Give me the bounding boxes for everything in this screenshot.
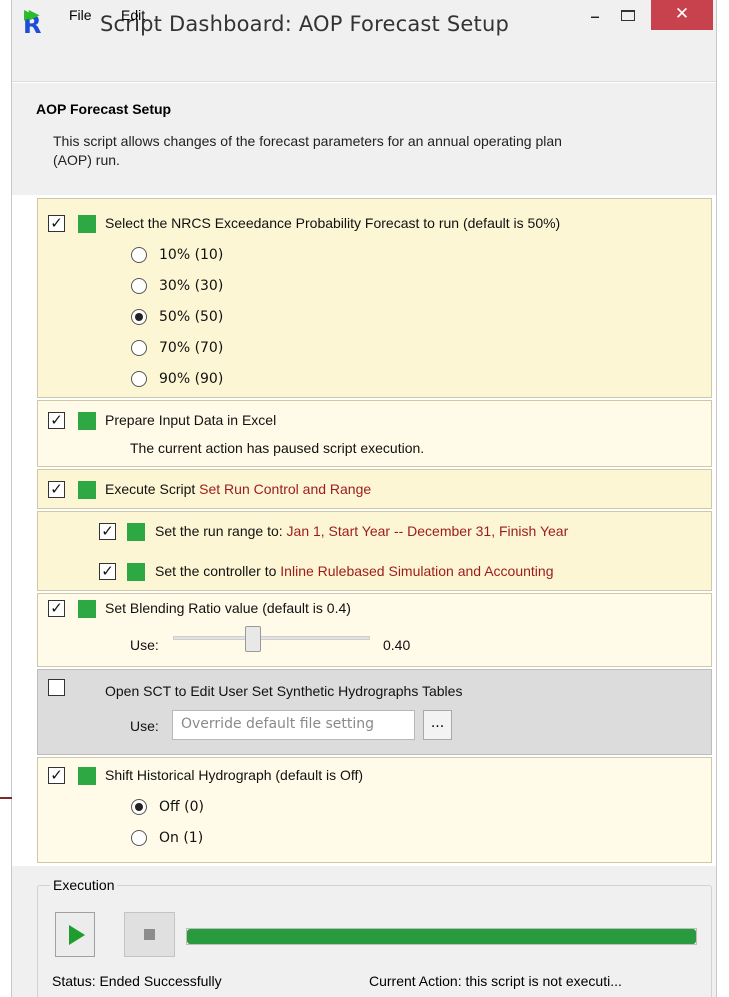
controller-label: Set the controller to Inline Rulebased S… bbox=[155, 563, 553, 579]
current-action-text: Current Action: this script is not execu… bbox=[369, 973, 622, 989]
radio-label: 70% (70) bbox=[159, 340, 224, 356]
close-button[interactable]: ✕ bbox=[651, 0, 713, 30]
prepare-label: Prepare Input Data in Excel bbox=[105, 412, 277, 428]
radio-shift-off[interactable] bbox=[131, 799, 147, 815]
action-status-icon bbox=[78, 412, 96, 430]
radio-forecast-50[interactable] bbox=[131, 309, 147, 325]
action-status-icon bbox=[78, 600, 96, 618]
radio-forecast-70[interactable] bbox=[131, 340, 147, 356]
sct-file-input[interactable]: Override default file setting bbox=[172, 710, 415, 740]
run-range-text: Set the run range to: bbox=[155, 523, 283, 539]
blending-slider-track[interactable] bbox=[173, 636, 370, 640]
paused-message: The current action has paused script exe… bbox=[130, 440, 425, 456]
execute-label-text: Execute Script bbox=[105, 481, 196, 497]
controller-value: Inline Rulebased Simulation and Accounti… bbox=[280, 563, 554, 579]
radio-label: 30% (30) bbox=[159, 278, 224, 294]
radio-label: 90% (90) bbox=[159, 371, 224, 387]
prepare-checkbox[interactable]: ✓ bbox=[48, 412, 65, 429]
action-status-icon bbox=[127, 523, 145, 541]
controller-text: Set the controller to bbox=[155, 563, 277, 579]
radio-label: Off (0) bbox=[159, 799, 204, 815]
minimize-button[interactable]: – bbox=[582, 4, 608, 28]
radio-forecast-30[interactable] bbox=[131, 278, 147, 294]
run-range-checkbox[interactable]: ✓ bbox=[99, 523, 116, 540]
radio-label: 50% (50) bbox=[159, 309, 224, 325]
fast-forward-icon[interactable]: ▶▶ bbox=[24, 7, 39, 23]
execute-script-name[interactable]: Set Run Control and Range bbox=[199, 481, 371, 497]
sct-checkbox[interactable] bbox=[48, 679, 65, 696]
controller-checkbox[interactable]: ✓ bbox=[99, 563, 116, 580]
blending-label: Set Blending Ratio value (default is 0.4… bbox=[105, 600, 351, 616]
action-status-icon bbox=[127, 563, 145, 581]
execute-label: Execute Script Set Run Control and Range bbox=[105, 481, 371, 497]
blending-checkbox[interactable]: ✓ bbox=[48, 600, 65, 617]
blending-slider-thumb[interactable] bbox=[245, 626, 261, 652]
execution-title: Execution bbox=[50, 877, 118, 893]
blending-value: 0.40 bbox=[383, 637, 411, 653]
menu-file[interactable]: File bbox=[69, 7, 92, 23]
run-button[interactable] bbox=[55, 912, 95, 957]
script-description: This script allows changes of the foreca… bbox=[53, 133, 562, 168]
sct-use-label: Use: bbox=[130, 718, 159, 734]
browse-button[interactable]: ... bbox=[423, 710, 452, 740]
page-title: AOP Forecast Setup bbox=[36, 101, 172, 117]
action-status-icon bbox=[78, 481, 96, 499]
window-frame-left bbox=[0, 0, 12, 997]
maximize-icon bbox=[621, 10, 635, 21]
stop-icon bbox=[144, 929, 155, 940]
radio-shift-on[interactable] bbox=[131, 830, 147, 846]
play-icon bbox=[69, 925, 85, 945]
forecast-checkbox[interactable]: ✓ bbox=[48, 215, 65, 232]
sct-label: Open SCT to Edit User Set Synthetic Hydr… bbox=[105, 683, 463, 699]
run-range-label: Set the run range to: Jan 1, Start Year … bbox=[155, 523, 568, 539]
progress-fill bbox=[187, 929, 696, 944]
action-status-icon bbox=[78, 767, 96, 785]
shift-checkbox[interactable]: ✓ bbox=[48, 767, 65, 784]
window-frame-right bbox=[716, 0, 729, 997]
maximize-button[interactable] bbox=[615, 4, 641, 28]
run-range-value: Jan 1, Start Year -- December 31, Finish… bbox=[286, 523, 569, 539]
window-title: Script Dashboard: AOP Forecast Setup bbox=[100, 12, 509, 36]
radio-forecast-90[interactable] bbox=[131, 371, 147, 387]
radio-label: On (1) bbox=[159, 830, 204, 846]
shift-label: Shift Historical Hydrograph (default is … bbox=[105, 767, 364, 783]
background-line bbox=[0, 797, 12, 799]
menu-edit[interactable]: Edit bbox=[121, 7, 145, 23]
forecast-label: Select the NRCS Exceedance Probability F… bbox=[105, 215, 561, 231]
execute-checkbox[interactable]: ✓ bbox=[48, 481, 65, 498]
radio-forecast-10[interactable] bbox=[131, 247, 147, 263]
stop-button[interactable] bbox=[124, 912, 175, 957]
status-text: Status: Ended Successfully bbox=[52, 973, 222, 989]
progress-bar bbox=[186, 928, 697, 945]
blending-use-label: Use: bbox=[130, 637, 159, 653]
menu-bar bbox=[12, 52, 716, 82]
prepare-panel bbox=[37, 400, 712, 467]
action-status-icon bbox=[78, 215, 96, 233]
radio-label: 10% (10) bbox=[159, 247, 224, 263]
